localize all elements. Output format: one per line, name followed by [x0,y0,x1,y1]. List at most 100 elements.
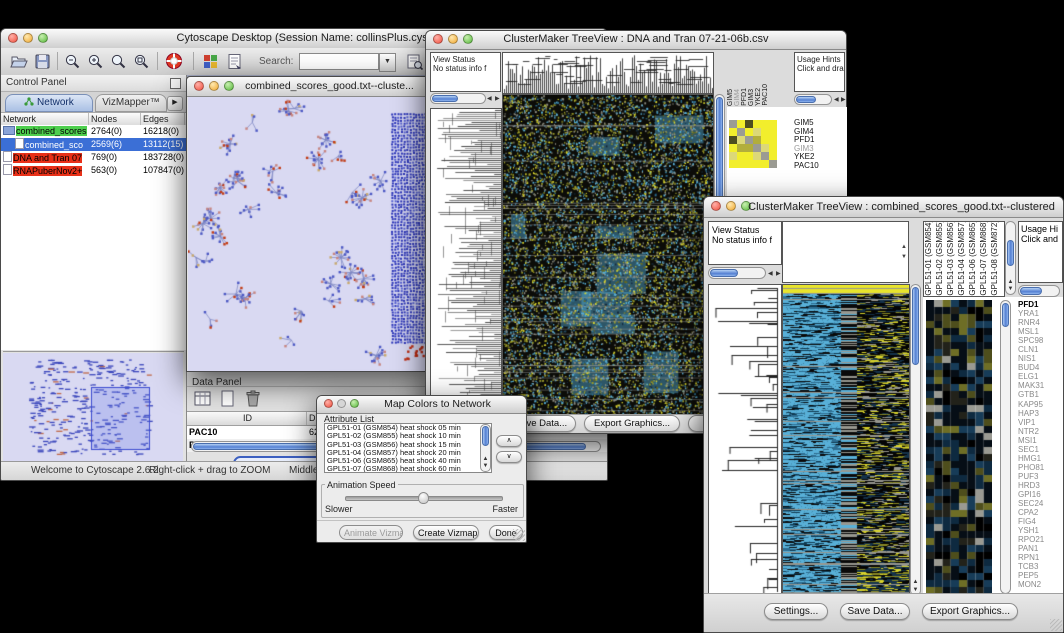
gene-label: GTB1 [1018,390,1062,399]
table-row[interactable]: DNA and Tran 07 769(0) 183728(0) [1,151,186,164]
treeview1-column-dendrogram[interactable] [502,52,714,94]
delete-attribute-icon[interactable] [243,389,263,409]
scroll-right-icon[interactable]: ▶ [776,270,781,277]
matrix-cell [761,152,769,160]
open-session-icon[interactable] [9,52,28,71]
treeview2-status-scrollbar[interactable] [708,267,766,279]
slider-thumb[interactable] [418,492,429,504]
table-row[interactable]: RNAPuberNov2+ 563(0) 107847(0) [1,164,186,177]
close-icon[interactable] [8,33,18,43]
scroll-right-icon[interactable]: ▶ [495,95,500,102]
zoom-selected-icon[interactable] [132,52,151,71]
treeview1-zoom-hscrollbar[interactable] [794,94,832,105]
search-dropdown-icon[interactable]: ▼ [379,53,396,72]
treeview2-button-bar: Settings... Save Data... Export Graphics… [704,593,1063,632]
treeview1-column-labels: GIM5 GIM4 PFD1 GIM3 YKE2 PAC10 [727,52,779,106]
close-icon[interactable] [711,201,721,211]
treeview1-titlebar[interactable]: ClusterMaker TreeView : DNA and Tran 07-… [426,31,846,50]
list-item[interactable]: GPL51-07 (GSM868) heat shock 60 min [327,465,491,473]
export-graphics-button[interactable]: Export Graphics... [922,603,1018,620]
scroll-right-icon[interactable]: ▶ [841,96,846,103]
export-graphics-button[interactable]: Export Graphics... [584,415,680,432]
treeview2-view-status: View Status No status info f [708,221,782,265]
minimize-icon[interactable] [726,201,736,211]
settings-button[interactable]: Settings... [764,603,828,620]
save-session-icon[interactable] [33,52,52,71]
treeview2-zoom-heatmap[interactable] [926,300,992,594]
treeview1-status-scrollbar[interactable] [430,93,486,104]
treeview2-heatmap[interactable] [782,284,910,596]
network-view-titlebar[interactable]: combined_scores_good.txt--cluste... [187,77,436,97]
close-icon[interactable] [433,34,443,44]
select-attributes-icon[interactable] [193,389,213,409]
gene-label: SEC24 [1018,499,1062,508]
gene-label: CLN1 [1018,345,1062,354]
zoom-window-icon[interactable] [463,34,473,44]
close-icon[interactable] [324,399,333,408]
attribute-list[interactable]: GPL51-01 (GSM854) heat shock 05 min GPL5… [324,423,492,473]
matrix-cell [737,120,745,128]
matrix-cell [745,152,753,160]
gene-label: MSL1 [1018,327,1062,336]
resize-grip[interactable] [1050,619,1062,631]
tab-network[interactable]: Network [5,94,93,112]
treeview2-usage-hints: Usage Hi Click and [1018,221,1063,283]
annotation-page-icon[interactable] [225,52,244,71]
dialog-titlebar[interactable]: Map Colors to Network [317,396,526,414]
scroll-left-icon[interactable]: ◀ [768,270,773,277]
matrix-cell [745,120,753,128]
table-row[interactable]: combined_scores 2764(0) 16218(0) [1,125,186,138]
gene-label: SEC1 [1018,445,1062,454]
close-icon[interactable] [194,81,204,91]
animate-vizmap-button: Animate Vizmap [339,525,403,540]
tab-overflow-icon[interactable]: ▶ [167,96,183,111]
matrix-cell [729,152,737,160]
birdseye-view[interactable] [3,351,184,462]
zoom-window-icon[interactable] [38,33,48,43]
zoom-out-icon[interactable] [63,52,82,71]
treeview2-zoom-hscrollbar[interactable] [1018,285,1060,297]
treeview2-labels-vscrollbar[interactable]: ▲ ▼ [1005,221,1016,295]
scroll-left-icon[interactable]: ◀ [487,95,492,102]
gene-label: MSI1 [1018,436,1062,445]
treeview1-row-dendrogram[interactable] [430,108,502,418]
zoom-fit-icon[interactable] [109,52,128,71]
table-row-selected[interactable]: combined_sco 2569(6) 13112(15) [1,138,186,151]
minimize-icon[interactable] [209,81,219,91]
new-attribute-icon[interactable] [218,389,238,409]
create-vizmap-button[interactable]: Create Vizmap [413,525,479,540]
save-data-button[interactable]: Save Data... [840,603,910,620]
zoom-in-icon[interactable] [86,52,105,71]
gene-label: VIP1 [1018,418,1062,427]
float-panel-icon[interactable] [170,78,181,89]
tab-vizmapper[interactable]: VizMapper™ [95,94,167,112]
treeview1-heatmap[interactable] [502,94,714,418]
vizmapper-palette-icon[interactable] [201,52,220,71]
minimize-icon[interactable] [448,34,458,44]
treeview2-column-dendrogram[interactable]: ▲ ▼ [782,221,909,283]
attribute-list-scrollbar[interactable]: ▲ ▼ [480,424,491,472]
matrix-cell [737,128,745,136]
resize-grip[interactable] [513,529,525,541]
treeview2-row-dendrogram[interactable] [708,284,782,596]
treeview2-gene-list[interactable]: PFD1 YRA1 RNR4 MSL1 SPC98 CLN1 NIS1 BUD4… [1018,300,1062,590]
help-lifering-icon[interactable] [164,51,184,71]
animation-speed-slider[interactable] [345,496,503,501]
search-input[interactable] [299,53,379,70]
treeview2-titlebar[interactable]: ClusterMaker TreeView : combined_scores_… [704,197,1063,218]
minimize-icon[interactable] [23,33,33,43]
attribute-browser-icon[interactable] [405,52,424,71]
gene-label: YSH1 [1018,526,1062,535]
network-view-title: combined_scores_good.txt--cluste... [231,80,428,92]
gene-label: PFD1 [1018,300,1062,309]
treeview1-gene-labels[interactable]: GIM5 GIM4 PFD1 GIM3 YKE2 PAC10 [794,119,819,171]
control-panel-title: Control Panel [6,77,67,88]
move-down-button[interactable]: ∨ [496,451,522,463]
treeview2-vscrollbar[interactable]: ▲ ▼ [910,284,921,596]
folder-icon [3,126,15,135]
treeview2-zoom-vscrollbar[interactable] [1000,300,1011,594]
scroll-left-icon[interactable]: ◀ [834,96,839,103]
treeview1-zoom-matrix[interactable] [729,120,777,168]
move-up-button[interactable]: ∧ [496,435,522,447]
network-graph-canvas[interactable] [188,97,435,371]
